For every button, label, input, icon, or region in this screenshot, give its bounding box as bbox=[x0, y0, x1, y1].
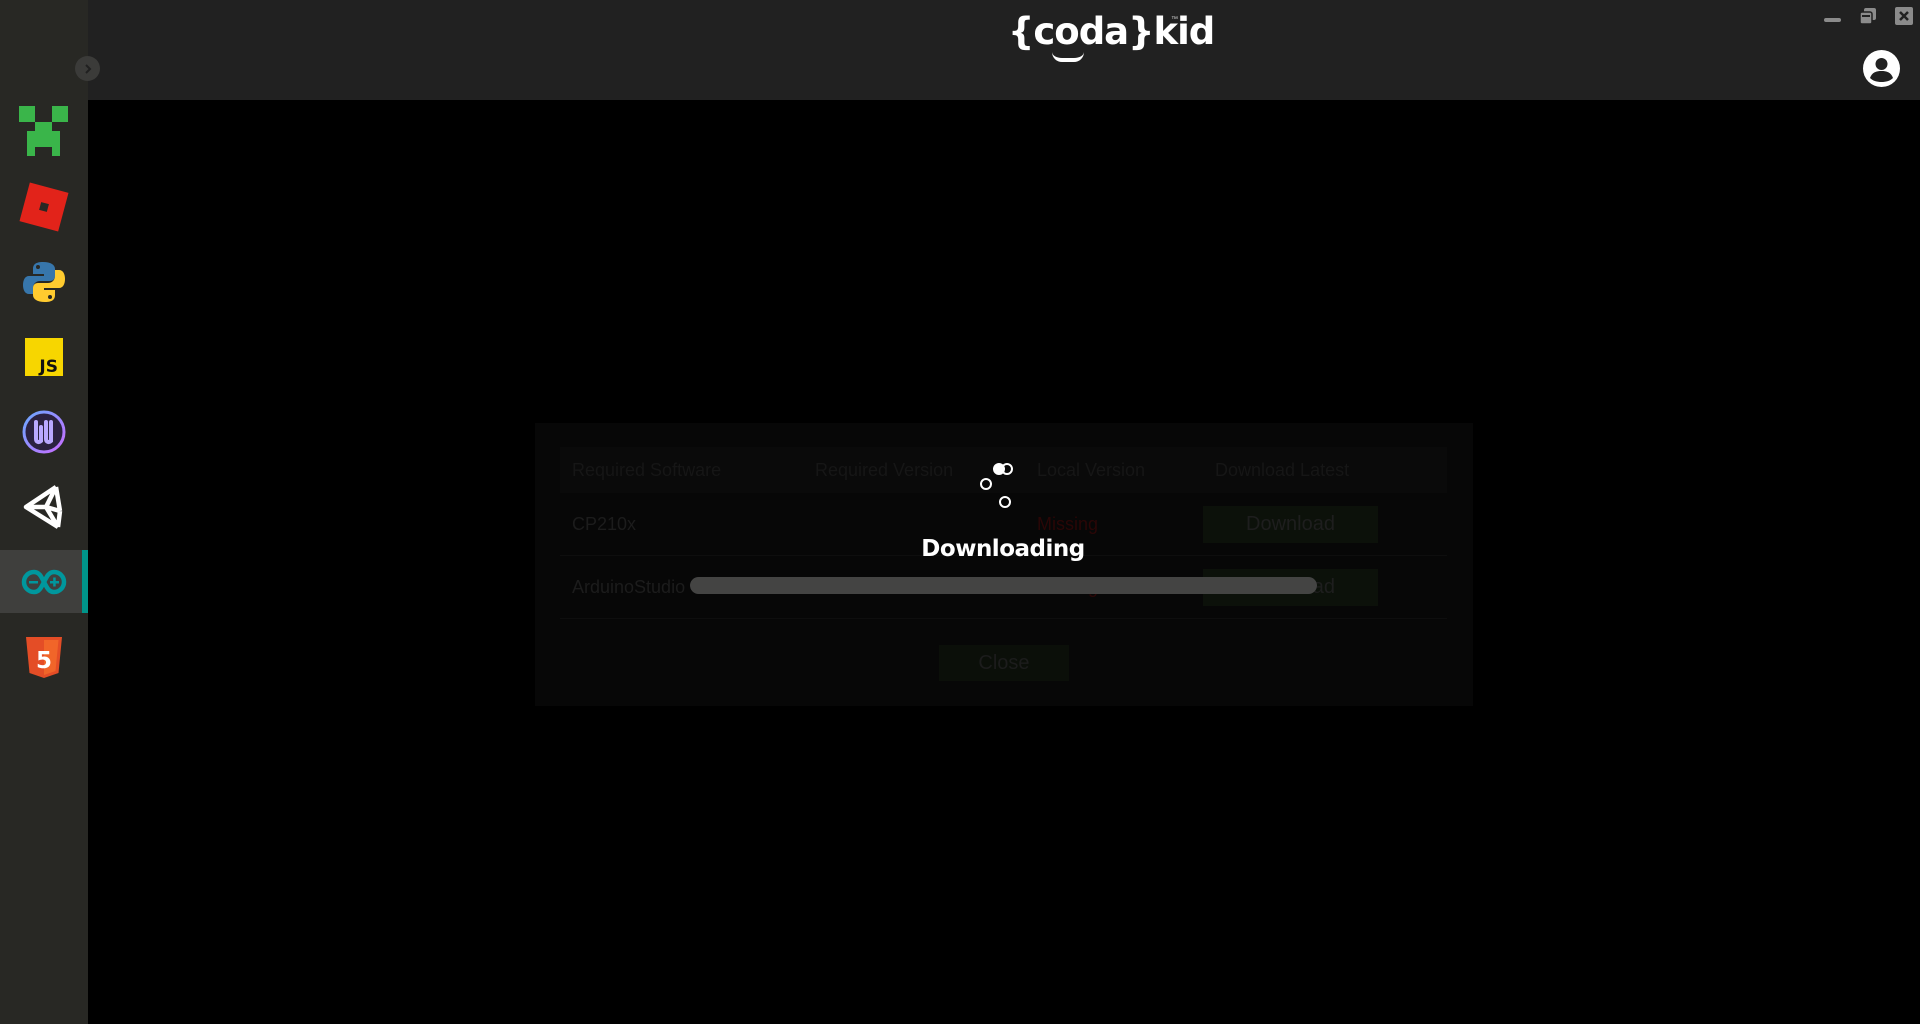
restore-icon bbox=[1859, 8, 1876, 25]
python-icon bbox=[23, 261, 65, 302]
local-version: Missing bbox=[1037, 576, 1099, 597]
unreal-engine-icon bbox=[22, 410, 66, 453]
software-table: Required Software Required Version Local… bbox=[560, 447, 1447, 619]
software-name: CP210x bbox=[572, 513, 637, 534]
header-download-latest: Download Latest bbox=[1215, 459, 1350, 480]
sidebar-item-unreal[interactable] bbox=[0, 400, 88, 463]
minecraft-creeper-icon bbox=[19, 105, 68, 156]
svg-text:JS: JS bbox=[38, 357, 58, 377]
download-button[interactable]: Download bbox=[1203, 568, 1378, 606]
svg-text:5: 5 bbox=[36, 648, 52, 674]
html5-icon: 5 bbox=[26, 636, 62, 678]
header-local-version: Local Version bbox=[1037, 459, 1146, 480]
minimize-icon bbox=[1823, 18, 1841, 22]
user-avatar-icon[interactable] bbox=[1863, 50, 1900, 87]
table-row: ArduinoStudio Missing Download bbox=[560, 556, 1447, 619]
sidebar-item-minecraft[interactable] bbox=[0, 99, 88, 162]
sidebar-item-roblox[interactable] bbox=[0, 175, 88, 238]
close-button[interactable]: Close bbox=[939, 645, 1069, 681]
table-header: Required Software Required Version Local… bbox=[560, 447, 1447, 493]
unity-icon bbox=[23, 484, 63, 529]
sidebar: JS 5 bbox=[0, 0, 88, 1024]
arduino-icon bbox=[21, 569, 67, 594]
sidebar-toggle-button[interactable] bbox=[75, 56, 100, 81]
download-button[interactable]: Download bbox=[1203, 505, 1378, 543]
software-name: ArduinoStudio bbox=[572, 576, 686, 597]
chevron-right-icon bbox=[84, 63, 91, 74]
minimize-button[interactable] bbox=[1822, 6, 1842, 26]
sidebar-item-javascript[interactable]: JS bbox=[0, 325, 88, 388]
codakid-logo: {coda}kid ™ bbox=[1008, 10, 1215, 66]
restore-button[interactable] bbox=[1858, 6, 1878, 26]
table-row: CP210x Missing Download bbox=[560, 493, 1447, 556]
sidebar-item-arduino[interactable] bbox=[0, 550, 88, 613]
sidebar-item-unity[interactable] bbox=[0, 475, 88, 538]
sidebar-item-python[interactable] bbox=[0, 250, 88, 313]
local-version: Missing bbox=[1037, 513, 1099, 534]
header-required-version: Required Version bbox=[815, 459, 954, 480]
header-required-software: Required Software bbox=[572, 459, 722, 480]
required-software-dialog: Required Software Required Version Local… bbox=[535, 423, 1473, 706]
title-bar: {coda}kid ™ bbox=[88, 0, 1920, 100]
close-icon bbox=[1895, 7, 1913, 25]
roblox-icon bbox=[19, 182, 69, 231]
logo-smile bbox=[1052, 52, 1084, 62]
sidebar-item-html5[interactable]: 5 bbox=[0, 625, 88, 688]
close-window-button[interactable] bbox=[1894, 6, 1914, 26]
javascript-icon: JS bbox=[25, 337, 63, 377]
